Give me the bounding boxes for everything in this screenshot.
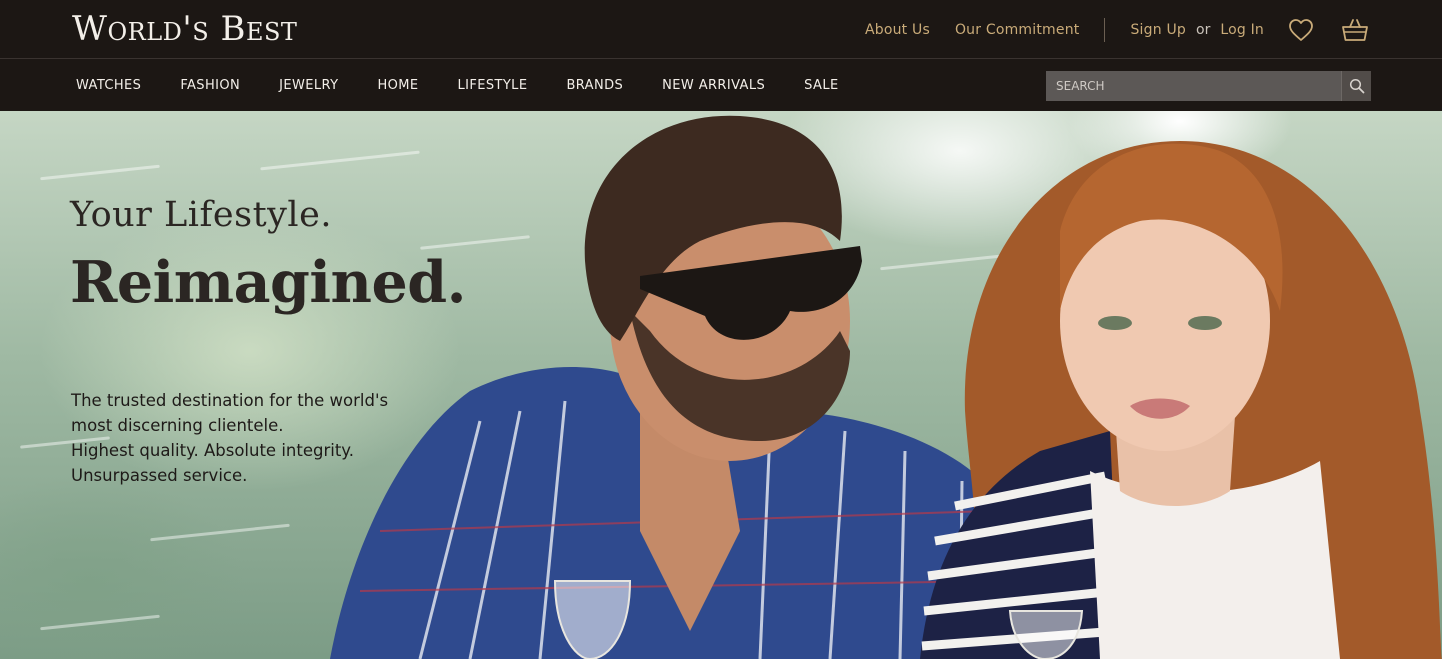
wishlist-button[interactable] bbox=[1286, 15, 1316, 45]
cart-button[interactable] bbox=[1340, 15, 1370, 45]
search-input[interactable] bbox=[1046, 71, 1341, 101]
hero-description: The trusted destination for the world's … bbox=[71, 388, 431, 488]
category-menu: WATCHES FASHION JEWELRY HOME LIFESTYLE B… bbox=[76, 60, 878, 111]
nav-item-brands[interactable]: BRANDS bbox=[566, 78, 623, 93]
sign-up-link[interactable]: Sign Up bbox=[1130, 22, 1186, 38]
our-commitment-link[interactable]: Our Commitment bbox=[955, 22, 1080, 38]
top-divider bbox=[1104, 18, 1106, 42]
or-separator: or bbox=[1196, 22, 1211, 38]
hero-photo bbox=[330, 115, 1442, 659]
nav-item-jewelry[interactable]: JEWELRY bbox=[279, 78, 338, 93]
search-icon bbox=[1349, 78, 1364, 94]
hero-copy-line: The trusted destination for the world's bbox=[71, 391, 389, 410]
main-navigation: WATCHES FASHION JEWELRY HOME LIFESTYLE B… bbox=[0, 60, 1442, 111]
hero-title-line1: Your Lifestyle. bbox=[70, 195, 332, 235]
nav-item-new-arrivals[interactable]: NEW ARRIVALS bbox=[662, 78, 765, 93]
hero-copy-line: Highest quality. Absolute integrity. bbox=[71, 441, 354, 460]
nav-item-sale[interactable]: SALE bbox=[804, 78, 838, 93]
heart-icon bbox=[1289, 19, 1313, 41]
hero-copy-line: most discerning clientele. bbox=[71, 416, 284, 435]
search-button[interactable] bbox=[1341, 71, 1371, 101]
log-in-link[interactable]: Log In bbox=[1220, 22, 1264, 38]
search-bar bbox=[1046, 71, 1371, 101]
nav-item-fashion[interactable]: FASHION bbox=[180, 78, 240, 93]
basket-icon bbox=[1342, 19, 1368, 41]
top-bar: World's Best About Us Our Commitment Sig… bbox=[0, 0, 1442, 59]
hero-banner: Your Lifestyle. Reimagined. The trusted … bbox=[0, 111, 1442, 659]
hero-copy-line: Unsurpassed service. bbox=[71, 466, 248, 485]
about-us-link[interactable]: About Us bbox=[865, 22, 930, 38]
nav-item-home[interactable]: HOME bbox=[377, 78, 418, 93]
hero-title-line2: Reimagined. bbox=[70, 249, 466, 316]
nav-item-lifestyle[interactable]: LIFESTYLE bbox=[457, 78, 527, 93]
account-links: About Us Our Commitment Sign Up or Log I… bbox=[865, 14, 1370, 46]
nav-item-watches[interactable]: WATCHES bbox=[76, 78, 141, 93]
brand-logo[interactable]: World's Best bbox=[72, 8, 297, 50]
